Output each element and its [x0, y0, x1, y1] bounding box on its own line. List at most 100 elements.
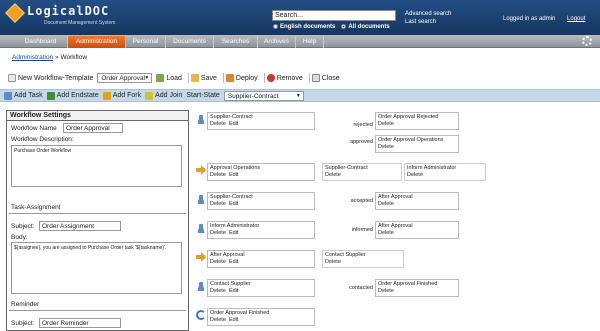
delete-link[interactable]: Delete [325, 172, 341, 178]
edit-link[interactable]: Edit [229, 201, 238, 207]
node-approval-operations[interactable]: Approval Operations Delete Edit [207, 163, 315, 181]
logo-mark-icon [5, 3, 25, 23]
delete-link[interactable]: Delete [210, 230, 226, 236]
body-textarea[interactable]: ${assignee}, you are assigned to Purchas… [11, 242, 182, 294]
tab-documents[interactable]: Documents [166, 36, 214, 48]
join-arrow-icon [196, 252, 206, 262]
new-document-icon [8, 74, 16, 82]
search-input[interactable] [272, 10, 396, 21]
tab-dashboard[interactable]: Dashboard [14, 36, 68, 48]
transition-label[interactable]: approved [313, 139, 373, 145]
edit-link[interactable]: Edit [229, 288, 238, 294]
logged-in-label: Logged in as admin [503, 16, 556, 22]
subject-label: Subject: [11, 223, 35, 230]
delete-link[interactable]: Delete [407, 172, 423, 178]
logo: LogicalDOC Document Management System [5, 3, 115, 29]
new-template-button[interactable]: New Workflow-Template [8, 74, 93, 82]
add-endstate-button[interactable]: Add Endstate [46, 91, 99, 100]
delete-link[interactable]: Delete [210, 121, 226, 127]
node-supplier-contract[interactable]: Supplier-Contract Delete Edit [207, 112, 315, 130]
breadcrumb: Administration » Workflow [12, 54, 87, 61]
radio-all[interactable]: All documents [341, 24, 390, 30]
delete-link[interactable]: Delete [210, 172, 226, 178]
add-endstate-icon [46, 91, 55, 100]
tab-help[interactable]: Help [296, 36, 324, 48]
delete-link[interactable]: Delete [378, 121, 394, 127]
add-task-icon [4, 91, 12, 100]
user-icon [196, 114, 206, 124]
node-inform-administrator-target[interactable]: Inform Administrator Delete [404, 163, 486, 181]
node-toolbar: Add Task Add Endstate Add Fork Add Join … [0, 89, 600, 102]
gear-icon[interactable] [582, 36, 592, 46]
panel-title: Workflow Settings [7, 111, 188, 121]
deploy-button[interactable]: Deploy [225, 74, 258, 82]
advanced-search-link[interactable]: Advanced search [405, 10, 451, 18]
node-contact-supplier-target[interactable]: Contact Supplier Delete [322, 250, 404, 268]
edit-link[interactable]: Edit [229, 259, 238, 265]
remove-button[interactable]: Remove [266, 74, 303, 82]
edit-link[interactable]: Edit [229, 172, 238, 178]
delete-link[interactable]: Delete [325, 259, 341, 265]
breadcrumb-administration[interactable]: Administration [12, 54, 53, 61]
delete-link[interactable]: Delete [378, 144, 394, 150]
delete-link[interactable]: Delete [378, 288, 394, 294]
node-order-approval-rejected[interactable]: Order Approval Rejected Delete [375, 112, 459, 130]
delete-link[interactable]: Delete [210, 317, 226, 323]
user-icon [196, 223, 206, 233]
add-task-button[interactable]: Add Task [4, 91, 43, 100]
user-icon [196, 281, 206, 291]
workflow-description-textarea[interactable]: Purchase Order Workflow [11, 145, 182, 187]
node-order-approval-finished[interactable]: Order Approval Finished Delete Edit [207, 308, 315, 326]
fork-arrow-icon [196, 165, 206, 175]
radio-english[interactable]: English documents [273, 24, 335, 30]
close-button[interactable]: Close [311, 74, 340, 82]
search-scope: English documents All documents [273, 24, 390, 30]
add-join-button[interactable]: Add Join [145, 91, 182, 100]
transition-label[interactable]: accepted [313, 198, 373, 204]
transition-label[interactable]: informed [313, 227, 373, 233]
edit-link[interactable]: Edit [229, 230, 238, 236]
node-order-approval-operations[interactable]: Order Approval Operations Delete [375, 135, 459, 153]
start-state-label: Start-State [186, 92, 220, 99]
logout-link[interactable]: Logout [567, 16, 585, 22]
transition-label[interactable]: contacted [313, 285, 373, 291]
workflow-select[interactable]: Order Approval [97, 73, 153, 83]
reminder-subject-input[interactable]: Order Reminder [39, 318, 121, 328]
node-contact-supplier[interactable]: Contact Supplier Delete Edit [207, 279, 315, 297]
start-state-select[interactable]: Supplier-Contract [223, 90, 304, 101]
node-supplier-contract-target[interactable]: Supplier-Contract Delete [322, 163, 402, 181]
load-button[interactable]: Load [156, 74, 182, 82]
last-search-link[interactable]: Last search [405, 18, 451, 26]
logo-text: LogicalDOC [27, 4, 110, 18]
delete-link[interactable]: Delete [210, 201, 226, 207]
delete-link[interactable]: Delete [210, 259, 226, 265]
save-button[interactable]: Save [190, 74, 217, 82]
node-supplier-contract-2[interactable]: Supplier-Contract Delete Edit [207, 192, 315, 210]
tab-administration[interactable]: Administration [68, 36, 126, 48]
reminder-subject-label: Subject: [11, 320, 35, 327]
subject-input[interactable]: Order Assignment [39, 221, 121, 231]
workflow-settings-panel: Workflow Settings Workflow Name Order Ap… [6, 110, 189, 331]
main-nav: Dashboard Administration Personal Docume… [0, 35, 600, 48]
toolbar-separator [308, 73, 310, 83]
node-order-approval-finished-target[interactable]: Order Approval Finished Delete [375, 279, 459, 297]
edit-link[interactable]: Edit [229, 121, 238, 127]
add-fork-button[interactable]: Add Fork [102, 91, 141, 100]
transition-label[interactable]: rejected [313, 122, 373, 128]
tab-searches[interactable]: Searches [214, 36, 258, 48]
delete-link[interactable]: Delete [210, 288, 226, 294]
reminder-heading: Reminder [11, 301, 40, 308]
node-after-approval[interactable]: After Approval Delete [375, 192, 459, 210]
tab-personal[interactable]: Personal [126, 36, 166, 48]
node-inform-administrator[interactable]: Inform Administrator Delete Edit [207, 221, 315, 239]
workflow-description-label: Workflow Description: [11, 136, 74, 143]
app-header: LogicalDOC Document Management System En… [0, 0, 600, 35]
user-info: Logged in as admin Logout [503, 16, 585, 22]
workflow-name-input[interactable]: Order Approval [63, 123, 123, 133]
edit-link[interactable]: Edit [229, 317, 238, 323]
delete-link[interactable]: Delete [378, 230, 394, 236]
delete-link[interactable]: Delete [378, 201, 394, 207]
tab-archives[interactable]: Archives [258, 36, 296, 48]
node-after-approval-2[interactable]: After Approval Delete [375, 221, 459, 239]
node-after-approval-join[interactable]: After Approval Delete Edit [207, 250, 315, 268]
